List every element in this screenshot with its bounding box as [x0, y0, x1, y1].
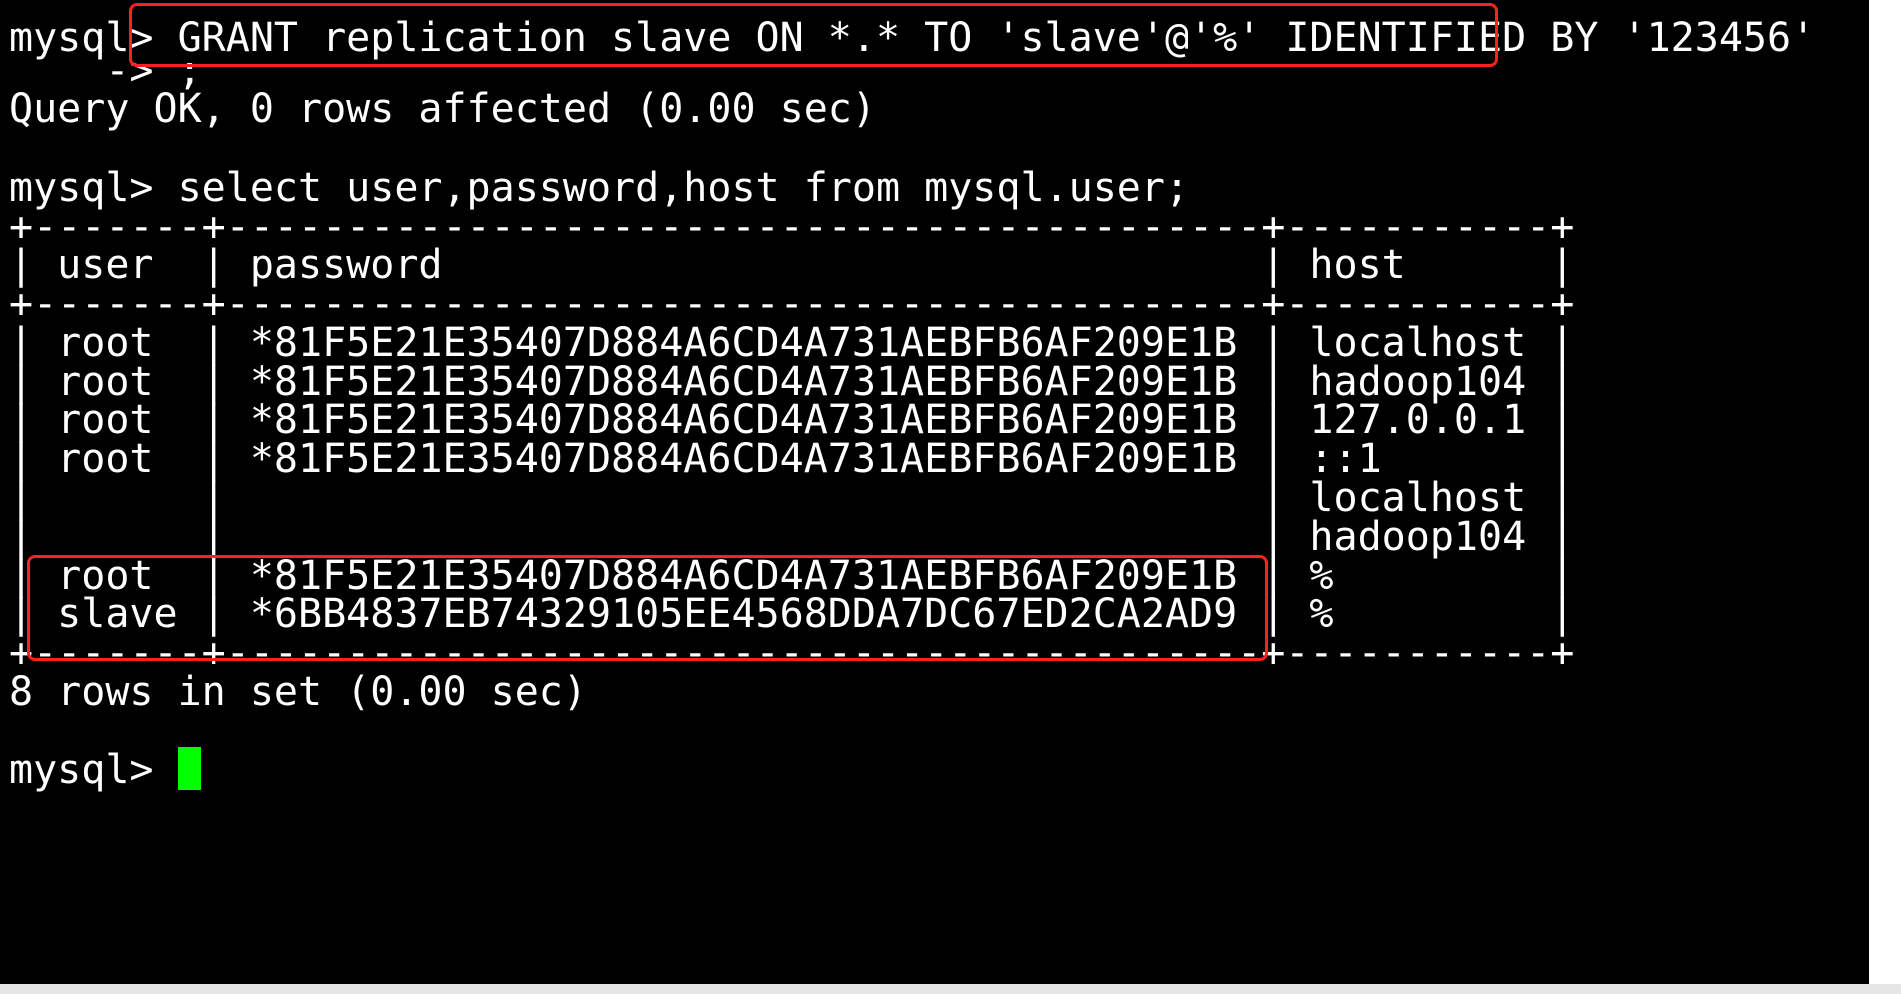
cursor	[177, 747, 201, 790]
query-ok-line: Query OK, 0 rows affected (0.00 sec)	[9, 86, 876, 132]
window-bottom-edge	[0, 984, 1901, 994]
window-right-edge	[1869, 0, 1901, 994]
grant-command-highlight	[129, 3, 1498, 67]
rows-in-set-line: 8 rows in set (0.00 sec)	[9, 669, 587, 715]
root-slave-rows-highlight	[27, 555, 1268, 661]
prompt-label: mysql>	[9, 747, 178, 793]
prompt-line[interactable]: mysql>	[9, 747, 201, 794]
terminal-window[interactable]: mysql> GRANT replication slave ON *.* TO…	[0, 0, 1869, 984]
